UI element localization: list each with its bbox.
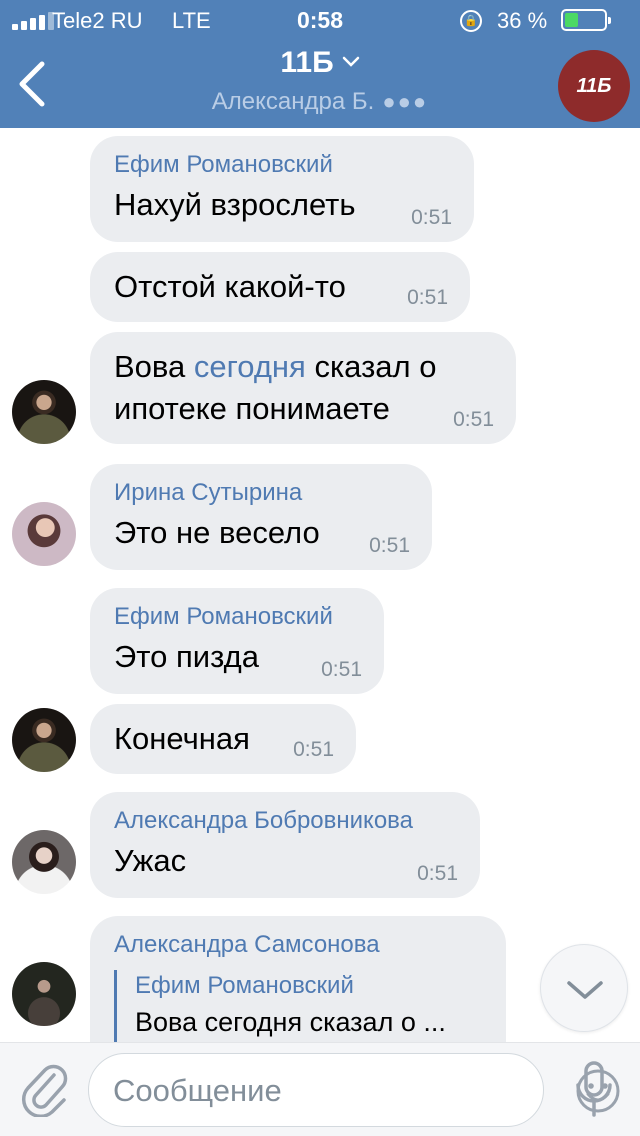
message-text: Нахуй взрослеть: [114, 187, 356, 222]
message-sender[interactable]: Александра Самсонова: [114, 930, 482, 960]
message-input-placeholder: Сообщение: [113, 1073, 282, 1108]
message-bubble[interactable]: Ефим Романовский Это пизда 0:51: [90, 588, 384, 694]
message-time: 0:51: [293, 738, 334, 761]
message-time: 0:51: [417, 862, 458, 885]
reply-sender: Ефим Романовский: [135, 972, 354, 999]
message-bubble[interactable]: Александра Бобровникова Ужас 0:51: [90, 792, 480, 898]
message-list[interactable]: Ефим Романовский Нахуй взрослеть 0:51 От…: [0, 128, 640, 1042]
message-time: 0:51: [453, 408, 494, 431]
battery-percent: 36 %: [497, 8, 548, 33]
top-bar: Tele2 RU LTE 0:58 🔒 36 % 11Б Александра …: [0, 0, 640, 128]
message-text: Ужас: [114, 843, 187, 878]
battery-icon: [561, 9, 611, 31]
message-bubble[interactable]: Конечная 0:51: [90, 704, 356, 774]
chevron-down-icon: [567, 981, 603, 999]
avatar[interactable]: [12, 380, 76, 444]
message-time: 0:51: [321, 658, 362, 681]
message-bubble[interactable]: Отстой какой-то 0:51: [90, 252, 470, 322]
reply-text: Вова сегодня сказал о ...: [135, 1007, 446, 1037]
message-text: Отстой какой-то: [114, 269, 346, 304]
message-time: 0:51: [407, 286, 448, 309]
chat-title: 11Б: [280, 46, 334, 79]
avatar[interactable]: [12, 708, 76, 772]
reply-quote[interactable]: Ефим Романовский Вова сегодня сказал о .…: [114, 970, 482, 1042]
message-sender[interactable]: Александра Бобровникова: [114, 806, 456, 836]
avatar[interactable]: [12, 962, 76, 1026]
avatar[interactable]: [12, 830, 76, 894]
status-bar: Tele2 RU LTE 0:58 🔒 36 %: [0, 0, 640, 40]
microphone-icon: [576, 1061, 612, 1117]
avatar[interactable]: [12, 502, 76, 566]
message-sender[interactable]: Ефим Романовский: [114, 150, 450, 180]
chat-title-button[interactable]: 11Б: [0, 46, 640, 80]
chat-avatar[interactable]: 11Б: [558, 50, 630, 122]
message-text: Это не весело: [114, 515, 320, 550]
chevron-down-icon: [342, 56, 359, 67]
message-text-line2: ипотеке понимаете: [114, 391, 390, 426]
message-bubble[interactable]: Ефим Романовский Нахуй взрослеть 0:51: [90, 136, 474, 242]
paperclip-icon: [22, 1064, 68, 1118]
typing-status: Александра Б. ●●●: [0, 88, 640, 116]
message-input[interactable]: Сообщение: [88, 1053, 620, 1127]
input-bar: Сообщение: [0, 1042, 640, 1136]
typing-dots-icon: ●●●: [382, 89, 429, 114]
chat-avatar-label: 11Б: [576, 74, 612, 97]
voice-message-button[interactable]: [574, 1061, 614, 1119]
message-text: Вова сегодня сказал о: [114, 349, 437, 384]
message-sender[interactable]: Ирина Сутырина: [114, 478, 408, 508]
message-bubble[interactable]: Ирина Сутырина Это не весело 0:51: [90, 464, 432, 570]
attach-button[interactable]: [20, 1061, 70, 1118]
scroll-down-button[interactable]: [540, 944, 628, 1032]
message-bubble[interactable]: Александра Самсонова Ефим Романовский Во…: [90, 916, 506, 1042]
rotation-lock-icon: 🔒: [460, 10, 482, 32]
message-time: 0:51: [369, 534, 410, 557]
message-sender[interactable]: Ефим Романовский: [114, 602, 360, 632]
message-bubble[interactable]: Вова сегодня сказал о ипотеке понимаете …: [90, 332, 516, 444]
typing-user: Александра Б.: [211, 88, 375, 115]
message-link[interactable]: сегодня: [194, 349, 306, 384]
message-time: 0:51: [411, 206, 452, 229]
